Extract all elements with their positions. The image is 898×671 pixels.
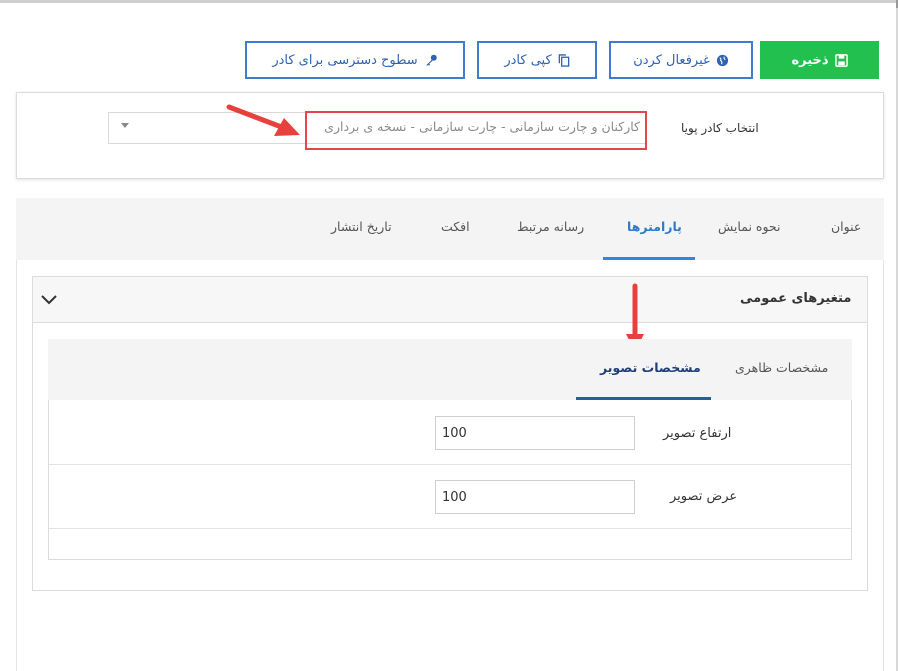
save-icon <box>834 53 848 67</box>
image-height-label: ارتفاع تصویر <box>663 426 732 441</box>
access-levels-button[interactable]: سطوح دسترسی برای کادر <box>245 41 465 79</box>
tab-display-mode[interactable]: نحوه نمایش <box>718 219 780 234</box>
tab-title[interactable]: عنوان <box>831 219 861 234</box>
copy-frame-button-label: کپی کادر <box>504 52 552 68</box>
tab-image-settings[interactable]: مشخصات تصویر <box>600 360 701 375</box>
save-button[interactable]: ذخیره <box>760 41 879 79</box>
deactivate-button[interactable]: غیرفعال کردن <box>609 41 753 79</box>
row-divider <box>49 464 851 465</box>
save-button-label: ذخیره <box>791 52 829 68</box>
annotation-arrow-to-inner-tab <box>0 0 644 352</box>
frame-select-label: انتخاب کادر پویا <box>681 121 759 135</box>
copy-icon <box>558 53 569 67</box>
inner-tabs-bar <box>48 339 852 400</box>
tab-appearance-settings[interactable]: مشخصات ظاهری <box>735 360 828 375</box>
tab-effect[interactable]: افکت <box>441 219 470 234</box>
row-divider <box>49 528 851 529</box>
highlight-box <box>305 111 647 150</box>
image-width-input[interactable] <box>435 480 635 514</box>
chevron-down-icon[interactable] <box>40 291 58 310</box>
key-icon <box>426 54 437 66</box>
window-top-border <box>0 0 898 3</box>
copy-frame-button[interactable]: کپی کادر <box>477 41 597 79</box>
image-height-input[interactable] <box>435 416 635 450</box>
tab-publish-date[interactable]: تاریخ انتشار <box>331 219 392 234</box>
tab-related-media[interactable]: رسانه مرتبط <box>517 219 584 234</box>
image-width-label: عرض تصویر <box>670 489 738 504</box>
access-levels-button-label: سطوح دسترسی برای کادر <box>272 52 418 68</box>
deactivate-button-label: غیرفعال کردن <box>633 52 710 68</box>
globe-icon <box>716 54 728 66</box>
accordion-title: متغیرهای عمومی <box>740 291 852 306</box>
tab-parameters[interactable]: پارامترها <box>627 219 682 234</box>
dropdown-caret-icon[interactable] <box>121 123 129 128</box>
